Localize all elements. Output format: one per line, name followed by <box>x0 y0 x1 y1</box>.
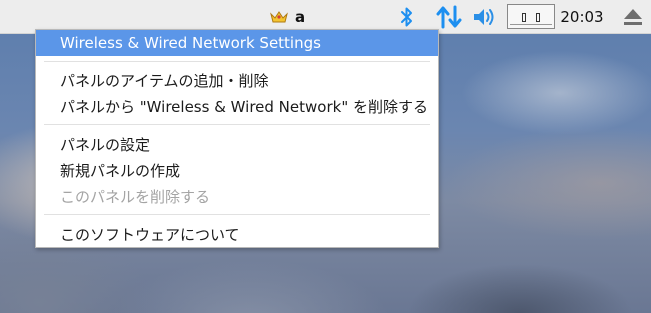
menu-item-delete-panel: このパネルを削除する <box>36 184 438 210</box>
menu-separator <box>44 214 430 215</box>
volume-icon[interactable] <box>472 0 498 33</box>
menu-item-network-settings[interactable]: Wireless & Wired Network Settings <box>36 30 438 56</box>
menu-item-panel-settings[interactable]: パネルの設定 <box>36 132 438 158</box>
menu-item-label: パネルの設定 <box>60 136 151 154</box>
menu-item-label: Wireless & Wired Network Settings <box>60 34 321 52</box>
panel-context-menu: Wireless & Wired Network Settings パネルのアイ… <box>35 29 439 248</box>
menu-item-remove-network-plugin[interactable]: パネルから "Wireless & Wired Network" を削除する <box>36 94 438 120</box>
menu-item-label: このソフトウェアについて <box>60 226 240 244</box>
menu-item-add-remove-panel-items[interactable]: パネルのアイテムの追加・削除 <box>36 68 438 94</box>
cpu-monitor-icon[interactable] <box>507 4 555 29</box>
cpu-bar <box>522 13 526 22</box>
menu-item-about[interactable]: このソフトウェアについて <box>36 222 438 248</box>
clock-label: 20:03 <box>560 7 604 26</box>
menu-separator <box>44 61 430 62</box>
keyboard-layout-label: a <box>294 7 306 26</box>
menu-item-label: このパネルを削除する <box>60 188 211 206</box>
clock[interactable]: 20:03 <box>560 0 604 33</box>
cpu-baseline <box>510 24 552 25</box>
menu-separator <box>44 124 430 125</box>
menu-item-create-new-panel[interactable]: 新規パネルの作成 <box>36 158 438 184</box>
cpu-bar <box>536 13 540 22</box>
eject-icon[interactable] <box>620 0 646 33</box>
menu-item-label: パネルのアイテムの追加・削除 <box>60 72 269 90</box>
menu-item-label: パネルから "Wireless & Wired Network" を削除する <box>60 98 428 116</box>
menu-item-label: 新規パネルの作成 <box>60 162 181 180</box>
